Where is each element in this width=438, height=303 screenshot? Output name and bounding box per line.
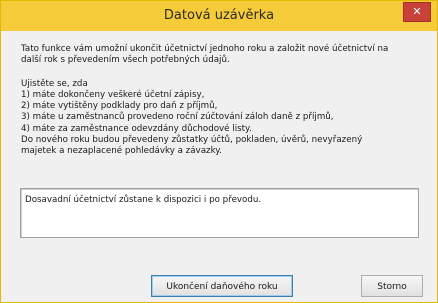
intro-text: Tato funkce vám umožní ukončit účetnictv… <box>21 44 426 67</box>
checklist-line: 2) máte vytištěny podklady pro daň z pří… <box>21 101 218 112</box>
checklist-line: 4) máte za zaměstnance odevzdány důchodo… <box>21 123 252 134</box>
intro-line: Tato funkce vám umožní ukončit účetnictv… <box>21 44 389 54</box>
checklist-line: 3) máte u zaměstnanců provedeno roční zú… <box>21 112 334 123</box>
notice-box: Dosavadní účetnictví zůstane k dispozici… <box>20 188 419 238</box>
title-bar[interactable]: Datová uzávěrka ✕ <box>1 1 437 31</box>
checklist-line: majetek a nezaplacené pohledávky a závaz… <box>21 146 222 157</box>
close-button[interactable]: ✕ <box>403 2 431 22</box>
checklist-line: Ujistěte se, zda <box>21 78 88 89</box>
intro-line: další rok s převedením všech potřebných … <box>21 55 230 66</box>
cancel-button[interactable]: Storno <box>361 275 423 297</box>
checklist-line: 1) máte dokončeny veškeré účetní zápisy, <box>21 89 205 100</box>
checklist-line: Do nového roku budou převedeny zůstatky … <box>21 135 363 146</box>
dialog-content: Tato funkce vám umožní ukončit účetnictv… <box>21 44 426 158</box>
end-tax-year-button[interactable]: Ukončení daňového roku <box>151 275 293 297</box>
close-icon: ✕ <box>412 5 422 18</box>
notice-text: Dosavadní účetnictví zůstane k dispozici… <box>25 195 262 205</box>
window-title: Datová uzávěrka <box>163 8 275 23</box>
checklist: Ujistěte se, zda 1) máte dokončeny veške… <box>21 79 426 158</box>
dialog-window: Datová uzávěrka ✕ Tato funkce vám umožní… <box>0 0 438 303</box>
